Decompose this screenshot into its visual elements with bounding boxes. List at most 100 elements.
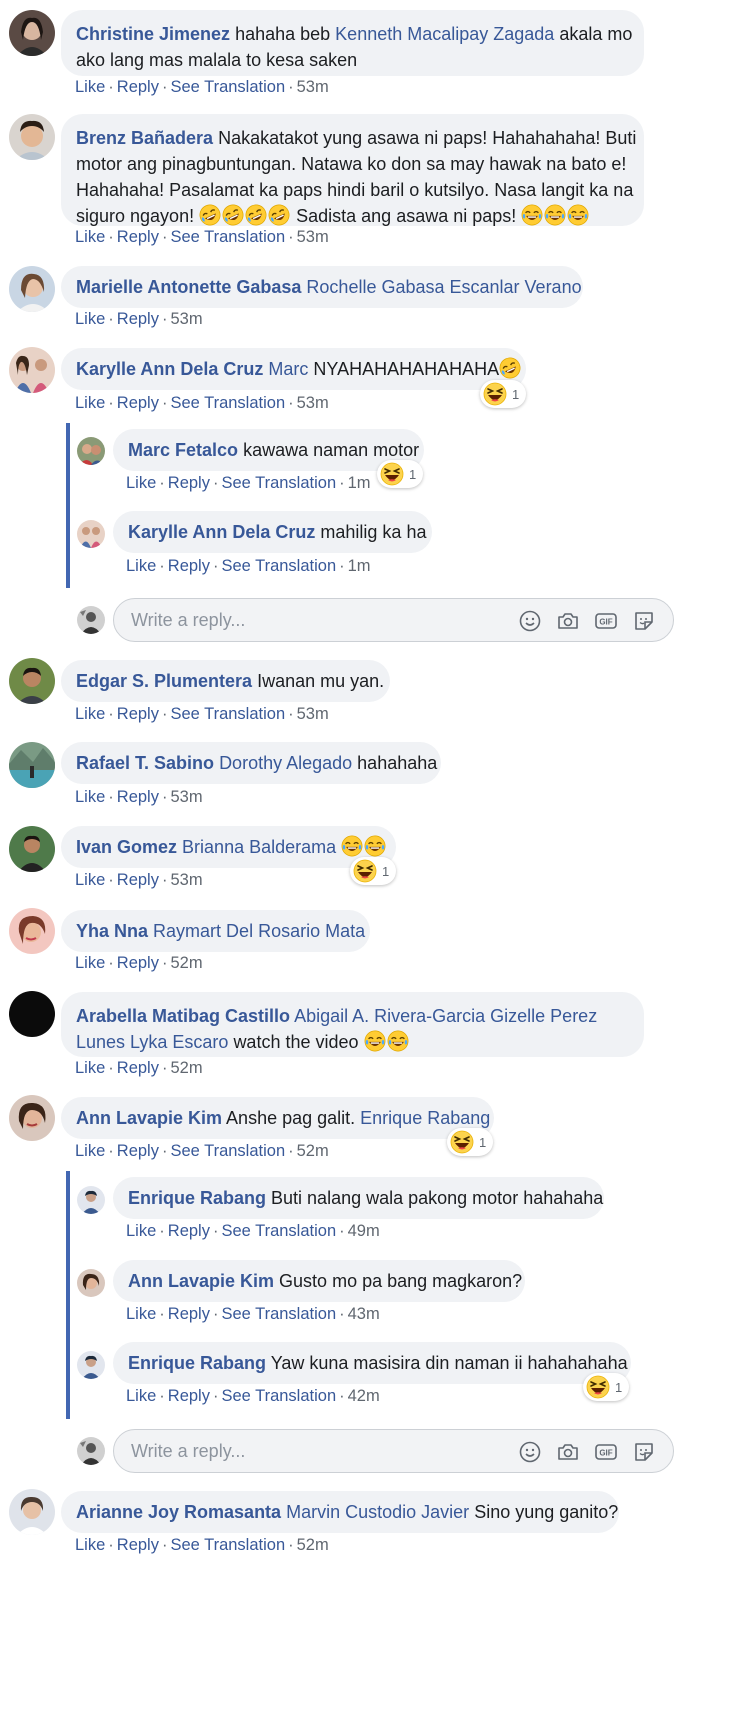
reply-link[interactable]: Reply — [168, 1305, 210, 1323]
see-translation-link[interactable]: See Translation — [170, 394, 285, 412]
reaction-summary[interactable]: 1 — [350, 857, 397, 885]
comment-author[interactable]: Ann Lavapie Kim — [128, 1271, 274, 1291]
avatar[interactable] — [77, 1351, 105, 1379]
mention-link[interactable]: Marvin Custodio Javier — [286, 1502, 469, 1522]
see-translation-link[interactable]: See Translation — [170, 78, 285, 96]
reply-link[interactable]: Reply — [117, 394, 159, 412]
avatar[interactable] — [9, 266, 55, 312]
sticker-icon[interactable] — [632, 1440, 656, 1464]
like-link[interactable]: Like — [126, 557, 156, 575]
mention-link[interactable]: Dorothy Alegado — [219, 753, 352, 773]
like-link[interactable]: Like — [126, 1387, 156, 1405]
comment-author[interactable]: Arianne Joy Romasanta — [76, 1502, 281, 1522]
see-translation-link[interactable]: See Translation — [221, 1387, 336, 1405]
timestamp[interactable]: 43m — [348, 1305, 380, 1323]
timestamp[interactable]: 53m — [297, 394, 329, 412]
timestamp[interactable]: 53m — [297, 228, 329, 246]
timestamp[interactable]: 52m — [297, 1536, 329, 1554]
reaction-summary[interactable]: 1 — [447, 1128, 494, 1156]
like-link[interactable]: Like — [75, 788, 105, 806]
smiley-icon[interactable] — [518, 609, 542, 633]
like-link[interactable]: Like — [75, 310, 105, 328]
gif-icon[interactable] — [594, 1440, 618, 1464]
camera-icon[interactable] — [556, 1440, 580, 1464]
reply-link[interactable]: Reply — [117, 788, 159, 806]
like-link[interactable]: Like — [126, 474, 156, 492]
like-link[interactable]: Like — [126, 1222, 156, 1240]
timestamp[interactable]: 52m — [297, 1142, 329, 1160]
avatar[interactable] — [9, 742, 55, 788]
reply-link[interactable]: Reply — [168, 1222, 210, 1240]
reaction-summary[interactable]: 1 — [480, 380, 527, 408]
avatar[interactable] — [9, 347, 55, 393]
see-translation-link[interactable]: See Translation — [170, 1142, 285, 1160]
camera-icon[interactable] — [556, 609, 580, 633]
avatar[interactable] — [9, 10, 55, 56]
reply-link[interactable]: Reply — [168, 557, 210, 575]
comment-author[interactable]: Rafael T. Sabino — [76, 753, 214, 773]
reply-link[interactable]: Reply — [117, 78, 159, 96]
comment-author[interactable]: Yha Nna — [76, 921, 148, 941]
comment-author[interactable]: Marc Fetalco — [128, 440, 238, 460]
see-translation-link[interactable]: See Translation — [221, 557, 336, 575]
avatar[interactable] — [9, 908, 55, 954]
reply-input[interactable]: Write a reply... — [113, 1429, 674, 1473]
see-translation-link[interactable]: See Translation — [170, 228, 285, 246]
see-translation-link[interactable]: See Translation — [170, 705, 285, 723]
avatar[interactable] — [9, 1095, 55, 1141]
reply-link[interactable]: Reply — [117, 1142, 159, 1160]
like-link[interactable]: Like — [75, 1142, 105, 1160]
timestamp[interactable]: 53m — [170, 788, 202, 806]
mention-link[interactable]: Enrique Rabang — [360, 1108, 490, 1128]
mention-link[interactable]: Marc — [268, 359, 308, 379]
timestamp[interactable]: 52m — [170, 954, 202, 972]
reply-link[interactable]: Reply — [117, 228, 159, 246]
comment-author[interactable]: Enrique Rabang — [128, 1353, 266, 1373]
avatar[interactable] — [9, 658, 55, 704]
see-translation-link[interactable]: See Translation — [221, 1222, 336, 1240]
avatar[interactable] — [9, 991, 55, 1037]
reply-link[interactable]: Reply — [117, 310, 159, 328]
reply-input[interactable]: Write a reply... — [113, 598, 674, 642]
like-link[interactable]: Like — [75, 705, 105, 723]
reply-link[interactable]: Reply — [117, 1059, 159, 1077]
avatar[interactable] — [77, 520, 105, 548]
mention-link[interactable]: Brianna Balderama — [182, 837, 336, 857]
comment-author[interactable]: Christine Jimenez — [76, 24, 230, 44]
comment-author[interactable]: Ann Lavapie Kim — [76, 1108, 222, 1128]
like-link[interactable]: Like — [75, 1059, 105, 1077]
sticker-icon[interactable] — [632, 609, 656, 633]
avatar[interactable] — [9, 826, 55, 872]
comment-author[interactable]: Arabella Matibag Castillo — [76, 1006, 290, 1026]
avatar[interactable] — [9, 114, 55, 160]
comment-author[interactable]: Brenz Bañadera — [76, 128, 213, 148]
comment-author[interactable]: Edgar S. Plumentera — [76, 671, 252, 691]
timestamp[interactable]: 53m — [297, 705, 329, 723]
comment-author[interactable]: Karylle Ann Dela Cruz — [76, 359, 263, 379]
mention-link[interactable]: Lunes Lyka Escaro — [76, 1032, 228, 1052]
gif-icon[interactable] — [594, 609, 618, 633]
avatar[interactable] — [77, 1269, 105, 1297]
like-link[interactable]: Like — [75, 78, 105, 96]
timestamp[interactable]: 1m — [348, 474, 371, 492]
reply-link[interactable]: Reply — [117, 1536, 159, 1554]
see-translation-link[interactable]: See Translation — [170, 1536, 285, 1554]
avatar[interactable] — [77, 437, 105, 465]
smiley-icon[interactable] — [518, 1440, 542, 1464]
timestamp[interactable]: 53m — [170, 310, 202, 328]
comment-author[interactable]: Ivan Gomez — [76, 837, 177, 857]
like-link[interactable]: Like — [75, 871, 105, 889]
comment-author[interactable]: Marielle Antonette Gabasa — [76, 277, 301, 297]
avatar[interactable] — [9, 1489, 55, 1535]
see-translation-link[interactable]: See Translation — [221, 474, 336, 492]
like-link[interactable]: Like — [75, 228, 105, 246]
reaction-summary[interactable]: 1 — [377, 460, 424, 488]
avatar[interactable] — [77, 1186, 105, 1214]
like-link[interactable]: Like — [75, 1536, 105, 1554]
like-link[interactable]: Like — [75, 954, 105, 972]
timestamp[interactable]: 1m — [348, 557, 371, 575]
timestamp[interactable]: 53m — [170, 871, 202, 889]
like-link[interactable]: Like — [75, 394, 105, 412]
timestamp[interactable]: 52m — [170, 1059, 202, 1077]
mention-link[interactable]: Raymart Del Rosario Mata — [153, 921, 365, 941]
